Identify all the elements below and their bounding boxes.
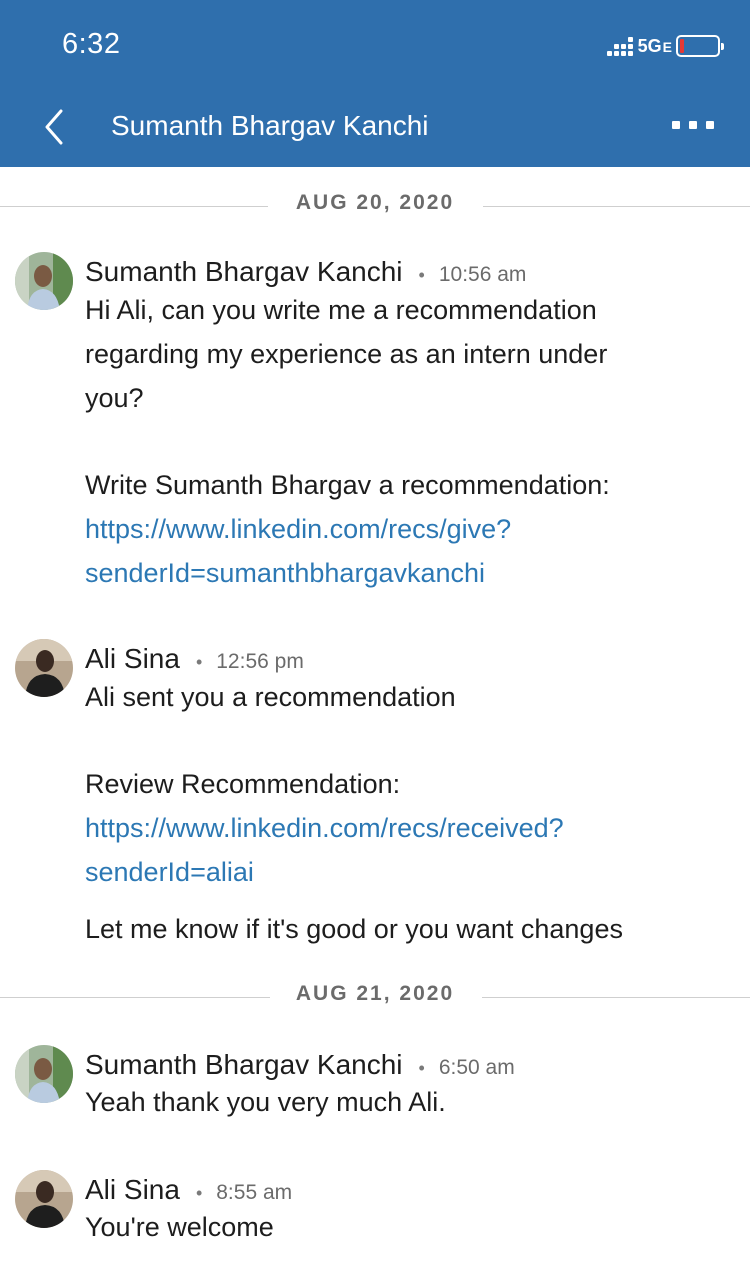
top-bar: 6:32 5GE Sumanth Bhargav Kanchi (0, 0, 750, 167)
message-header: Ali Sina • 12:56 pm (85, 643, 304, 675)
recommendation-link[interactable]: https://www.linkedin.com/recs/received? (85, 806, 564, 850)
message-header: Sumanth Bhargav Kanchi • 10:56 am (85, 256, 527, 288)
recommendation-link[interactable]: senderId=sumanthbhargavkanchi (85, 551, 485, 595)
back-button[interactable] (44, 104, 78, 150)
conversation-title[interactable]: Sumanth Bhargav Kanchi (111, 110, 429, 142)
status-time: 6:32 (62, 28, 121, 60)
message-text: Write Sumanth Bhargav a recommendation: (85, 470, 610, 500)
message-text: you? (85, 383, 144, 413)
chevron-left-icon (45, 109, 63, 145)
message-text: Let me know if it's good or you want cha… (85, 914, 623, 944)
message-time: 10:56 am (438, 263, 527, 286)
avatar[interactable] (15, 1045, 73, 1103)
sender-name[interactable]: Ali Sina (85, 643, 180, 675)
status-indicators: 5GE (606, 33, 724, 59)
message-text: Review Recommendation: (85, 769, 401, 799)
message-time: 12:56 pm (216, 650, 304, 673)
message-text: Ali sent you a recommendation (85, 682, 456, 712)
message-time: 8:55 am (216, 1181, 293, 1204)
message-text: regarding my experience as an intern und… (85, 339, 608, 369)
avatar[interactable] (15, 252, 73, 310)
message-text: Yeah thank you very much Ali. (85, 1087, 446, 1117)
date-separator: AUG 21, 2020 (0, 982, 750, 1012)
message-text: You're welcome (85, 1212, 274, 1242)
recommendation-link[interactable]: https://www.linkedin.com/recs/give? (85, 507, 511, 551)
sender-name[interactable]: Ali Sina (85, 1174, 180, 1206)
signal-icon (606, 36, 633, 56)
date-separator: AUG 20, 2020 (0, 191, 750, 221)
avatar[interactable] (15, 1170, 73, 1228)
more-options-button[interactable] (672, 121, 714, 131)
message-header: Sumanth Bhargav Kanchi • 6:50 am (85, 1049, 515, 1081)
more-horizontal-icon (672, 121, 680, 129)
profile-photo (15, 639, 73, 697)
sender-name[interactable]: Sumanth Bhargav Kanchi (85, 1049, 403, 1081)
recommendation-link[interactable]: senderId=aliai (85, 850, 254, 894)
sender-name[interactable]: Sumanth Bhargav Kanchi (85, 256, 403, 288)
message-header: Ali Sina • 8:55 am (85, 1174, 293, 1206)
profile-photo (15, 252, 73, 310)
message-text: Hi Ali, can you write me a recommendatio… (85, 295, 597, 325)
profile-photo (15, 1170, 73, 1228)
network-type: 5GE (637, 35, 672, 56)
profile-photo (15, 1045, 73, 1103)
avatar[interactable] (15, 639, 73, 697)
battery-icon (676, 35, 724, 57)
message-time: 6:50 am (438, 1056, 515, 1079)
